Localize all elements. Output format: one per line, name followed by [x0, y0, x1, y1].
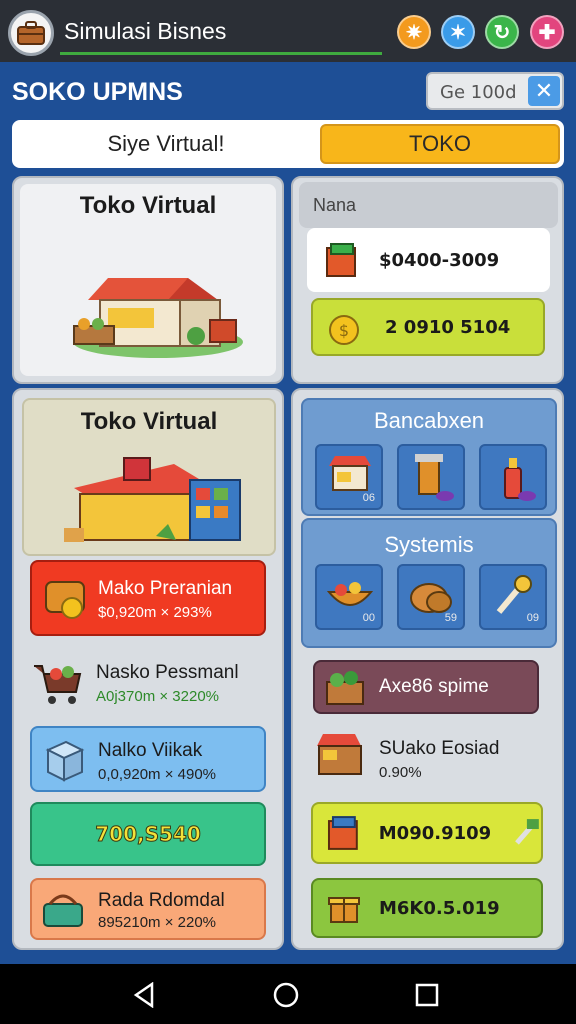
orange-burst-icon[interactable]: ✷ [397, 15, 431, 49]
money-value: $0400-3009 [379, 249, 500, 271]
list-item[interactable]: Axe86 spime [313, 660, 539, 714]
system-nav-bar [0, 964, 576, 1024]
list-item[interactable]: SUako Eosiad 0.90% [313, 726, 539, 790]
tab-siye-virtual[interactable]: Siye Virtual! [12, 120, 320, 168]
bread-icon[interactable]: 59 [397, 564, 465, 630]
stall-icon [317, 734, 362, 775]
svg-text:$: $ [339, 321, 349, 340]
item-sub: 0.90% [379, 764, 422, 781]
screen-title: SOKO UPMNS [12, 78, 183, 106]
title-underline [60, 52, 382, 55]
item-sub: 895210m × 220% [98, 914, 217, 931]
market-stall-icon [73, 278, 243, 358]
app-title: Simulasi Bisnes [64, 18, 227, 44]
briefcase-icon[interactable] [8, 10, 54, 56]
basket-icon [43, 894, 83, 927]
gift-box-icon [328, 897, 360, 923]
basket-icon [45, 581, 85, 619]
item-name: Mako Preranian [98, 578, 233, 599]
item-value: M090.9109 [378, 822, 492, 844]
tab-bar: Siye Virtual! TOKO [12, 120, 564, 168]
right-main-panel: Bancabxen 06 Systemis 00 59 09 Axe86 spi… [291, 388, 564, 950]
section-title: Bancabxen [373, 408, 485, 433]
food-bowl-icon[interactable]: 00 [315, 564, 383, 630]
card-title: Toko Virtual [79, 192, 217, 219]
shop-counter-icon [64, 457, 241, 542]
coin-bag-icon: $ [329, 315, 359, 345]
top-bar: Simulasi Bisnes ✷ ✶ ↻ ✚ [0, 0, 576, 62]
cart-icon [34, 665, 82, 704]
list-item[interactable]: Nasko Pessmanl A0j370m × 3220% [30, 646, 266, 718]
hammer-icon [515, 819, 540, 845]
list-item[interactable]: Mako Preranian $0,920m × 293% [30, 560, 266, 636]
shop-stall-icon[interactable]: 06 [315, 444, 383, 510]
crate-icon [327, 816, 358, 850]
item-name: Nasko Pessmanl [96, 662, 239, 683]
close-icon[interactable]: ✕ [528, 76, 560, 106]
back-icon[interactable] [132, 982, 158, 1008]
item-name: Rada Rdomdal [98, 890, 225, 911]
crate-icon [326, 243, 356, 277]
card-title: Toko Virtual [80, 408, 218, 435]
list-item[interactable]: Nalko Viikak 0,0,920m × 490% [30, 726, 266, 792]
item-sub: 0,0,920m × 490% [98, 766, 217, 783]
microphone-icon[interactable]: 09 [479, 564, 547, 630]
green-refresh-icon[interactable]: ↻ [485, 15, 519, 49]
blue-burst-icon[interactable]: ✶ [441, 15, 475, 49]
money-row-2[interactable]: $ 2 0910 5104 [311, 298, 545, 356]
list-item[interactable]: 700,S540 [30, 802, 266, 866]
search-box[interactable]: Ge 100d ✕ [426, 72, 564, 110]
money-row-1[interactable]: $0400-3009 [307, 228, 550, 292]
toko-virtual-panel: Toko Virtual Mako Preranian $0,920m × 29… [12, 388, 284, 950]
nana-panel: Nana $0400-3009 $ 2 0910 5104 [291, 176, 564, 384]
item-sub: A0j370m × 3220% [96, 688, 220, 705]
item-value: 700,S540 [95, 822, 202, 847]
money-value: 2 0910 5104 [385, 316, 511, 338]
tile-count: 09 [526, 612, 539, 624]
home-icon[interactable] [273, 982, 299, 1008]
list-item[interactable]: M6K0.5.019 [311, 878, 543, 938]
tile-count: 06 [362, 492, 375, 504]
spray-bottle-icon[interactable] [479, 444, 547, 510]
search-value[interactable]: Ge 100d [440, 82, 517, 103]
item-name: SUako Eosiad [379, 738, 500, 759]
pink-plus-icon[interactable]: ✚ [530, 15, 564, 49]
tab-toko[interactable]: TOKO [320, 124, 560, 164]
box-icon [45, 740, 85, 782]
nana-label: Nana [313, 195, 357, 215]
drink-machine-icon[interactable] [397, 444, 465, 510]
toko-virtual-card[interactable]: Toko Virtual [12, 176, 284, 384]
tile-count: 00 [362, 612, 375, 624]
list-item[interactable]: M090.9109 [311, 802, 543, 864]
tile-count: 59 [444, 612, 457, 624]
item-name: Axe86 spime [379, 676, 489, 697]
section-title: Systemis [384, 532, 474, 557]
list-item[interactable]: Rada Rdomdal 895210m × 220% [30, 878, 266, 940]
recents-icon[interactable] [414, 982, 440, 1008]
item-sub: $0,920m × 293% [98, 604, 212, 621]
item-value: M6K0.5.019 [379, 897, 500, 919]
item-name: Nalko Viikak [98, 740, 203, 761]
veg-crate-icon [326, 671, 364, 705]
